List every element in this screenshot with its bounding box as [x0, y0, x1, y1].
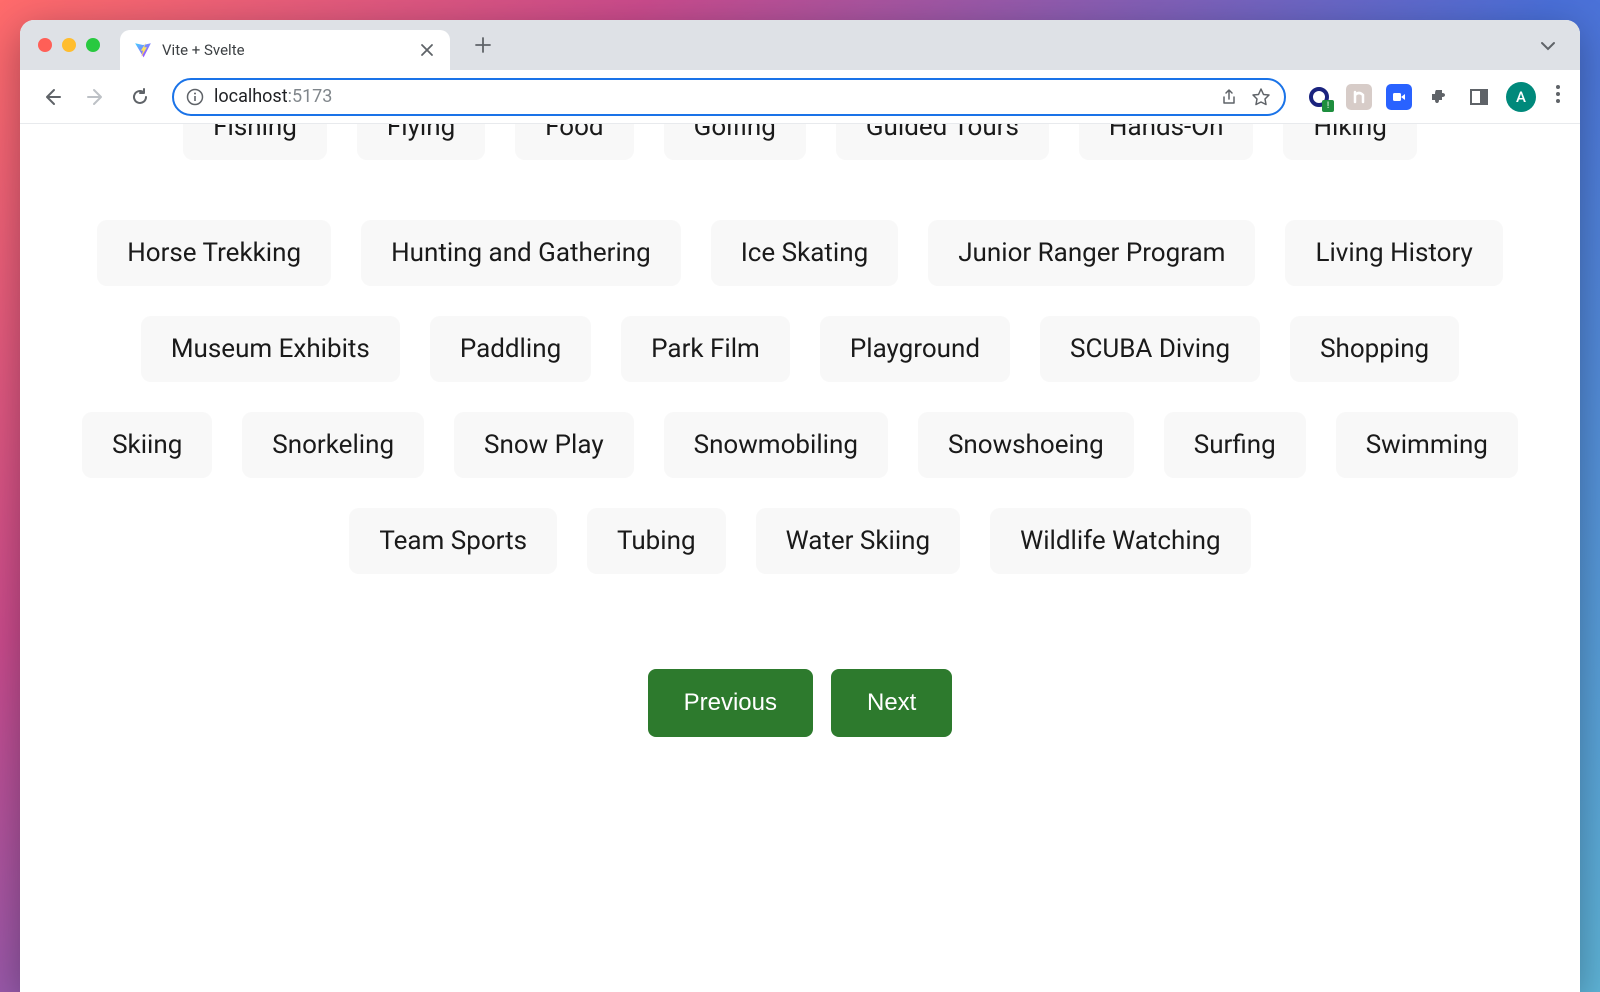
activity-chip[interactable]: Park Film	[621, 316, 790, 382]
address-bar[interactable]: localhost:5173	[172, 78, 1286, 116]
extension-badge: !	[1322, 100, 1334, 112]
activity-chip[interactable]: Playground	[820, 316, 1010, 382]
close-window-button[interactable]	[38, 38, 52, 52]
activity-chip[interactable]: Shopping	[1290, 316, 1459, 382]
video-icon	[1392, 90, 1406, 104]
tab-title: Vite + Svelte	[162, 41, 408, 59]
puzzle-icon	[1429, 87, 1449, 107]
activity-chip[interactable]: Hunting and Gathering	[361, 220, 681, 286]
activity-chip[interactable]: Living History	[1285, 220, 1502, 286]
close-tab-button[interactable]	[418, 41, 436, 59]
forward-button[interactable]	[78, 79, 114, 115]
activity-chips: Horse Trekking Hunting and Gathering Ice S…	[20, 220, 1580, 574]
activity-chip[interactable]: SCUBA Diving	[1040, 316, 1260, 382]
profile-avatar[interactable]: A	[1506, 82, 1536, 112]
activity-chip[interactable]: Wildlife Watching	[990, 508, 1251, 574]
next-button[interactable]: Next	[831, 669, 952, 737]
back-button[interactable]	[34, 79, 70, 115]
activity-chip[interactable]: Snowshoeing	[918, 412, 1134, 478]
activity-chip[interactable]: Water Skiing	[756, 508, 961, 574]
previous-button[interactable]: Previous	[648, 669, 813, 737]
extensions-area: ! A	[1306, 79, 1566, 114]
tab-overflow-button[interactable]	[1534, 30, 1562, 61]
extension-3[interactable]	[1386, 84, 1412, 110]
activity-chip[interactable]: Tubing	[587, 508, 726, 574]
activity-chip[interactable]: Skiing	[82, 412, 212, 478]
reload-icon	[130, 87, 150, 107]
activity-chip[interactable]: Guided Tours	[836, 124, 1049, 160]
url-host: localhost	[214, 86, 288, 107]
activity-chip[interactable]: Snow Play	[454, 412, 634, 478]
panel-icon	[1469, 87, 1489, 107]
honey-h-icon	[1351, 89, 1367, 105]
reload-button[interactable]	[122, 79, 158, 115]
maximize-window-button[interactable]	[86, 38, 100, 52]
url-text: localhost:5173	[214, 86, 1208, 107]
extension-2[interactable]	[1346, 84, 1372, 110]
share-button[interactable]	[1218, 86, 1240, 108]
activity-chips-row-cutoff: Fishing Flying Food Golfing Guided Tours Hand…	[20, 124, 1580, 160]
extensions-menu-button[interactable]	[1426, 84, 1452, 110]
window-controls	[38, 38, 100, 52]
activity-chip[interactable]: Snowmobiling	[664, 412, 888, 478]
activity-chip[interactable]: Horse Trekking	[97, 220, 331, 286]
side-panel-button[interactable]	[1466, 84, 1492, 110]
activity-chip[interactable]: Museum Exhibits	[141, 316, 400, 382]
url-port: :5173	[288, 86, 333, 107]
plus-icon	[475, 37, 491, 53]
browser-window: Vite + Svelte localhost:5173	[20, 20, 1580, 992]
browser-toolbar: localhost:5173 !	[20, 70, 1580, 124]
minimize-window-button[interactable]	[62, 38, 76, 52]
browser-tab[interactable]: Vite + Svelte	[120, 30, 450, 70]
arrow-left-icon	[42, 87, 62, 107]
share-icon	[1220, 88, 1238, 106]
activity-chip[interactable]: Fishing	[183, 124, 327, 160]
activity-chip[interactable]: Snorkeling	[242, 412, 424, 478]
chevron-down-icon	[1540, 41, 1556, 51]
kebab-menu-icon	[1556, 85, 1560, 103]
activity-chip[interactable]: Team Sports	[349, 508, 557, 574]
pagination-buttons: Previous Next	[20, 669, 1580, 737]
avatar-letter: A	[1516, 88, 1526, 106]
vite-favicon-icon	[134, 41, 152, 59]
new-tab-button[interactable]	[468, 30, 498, 60]
activity-chip[interactable]: Food	[515, 124, 633, 160]
bookmark-button[interactable]	[1250, 86, 1272, 108]
extension-1[interactable]: !	[1306, 84, 1332, 110]
activity-chip[interactable]: Junior Ranger Program	[928, 220, 1255, 286]
star-icon	[1251, 87, 1271, 107]
page-content: Fishing Flying Food Golfing Guided Tours Hand…	[20, 124, 1580, 992]
tab-bar: Vite + Svelte	[20, 20, 1580, 70]
close-icon	[420, 43, 434, 57]
activity-chip[interactable]: Hiking	[1283, 124, 1416, 160]
activity-chip[interactable]: Golfing	[664, 124, 806, 160]
activity-chip[interactable]: Paddling	[430, 316, 591, 382]
activity-chip[interactable]: Swimming	[1336, 412, 1518, 478]
activity-chip[interactable]: Hands-On	[1079, 124, 1254, 160]
browser-menu-button[interactable]	[1550, 79, 1566, 114]
activity-chip[interactable]: Surfing	[1164, 412, 1306, 478]
activity-chip[interactable]: Ice Skating	[711, 220, 898, 286]
site-info-icon[interactable]	[186, 88, 204, 106]
arrow-right-icon	[86, 87, 106, 107]
activity-chip[interactable]: Flying	[357, 124, 485, 160]
